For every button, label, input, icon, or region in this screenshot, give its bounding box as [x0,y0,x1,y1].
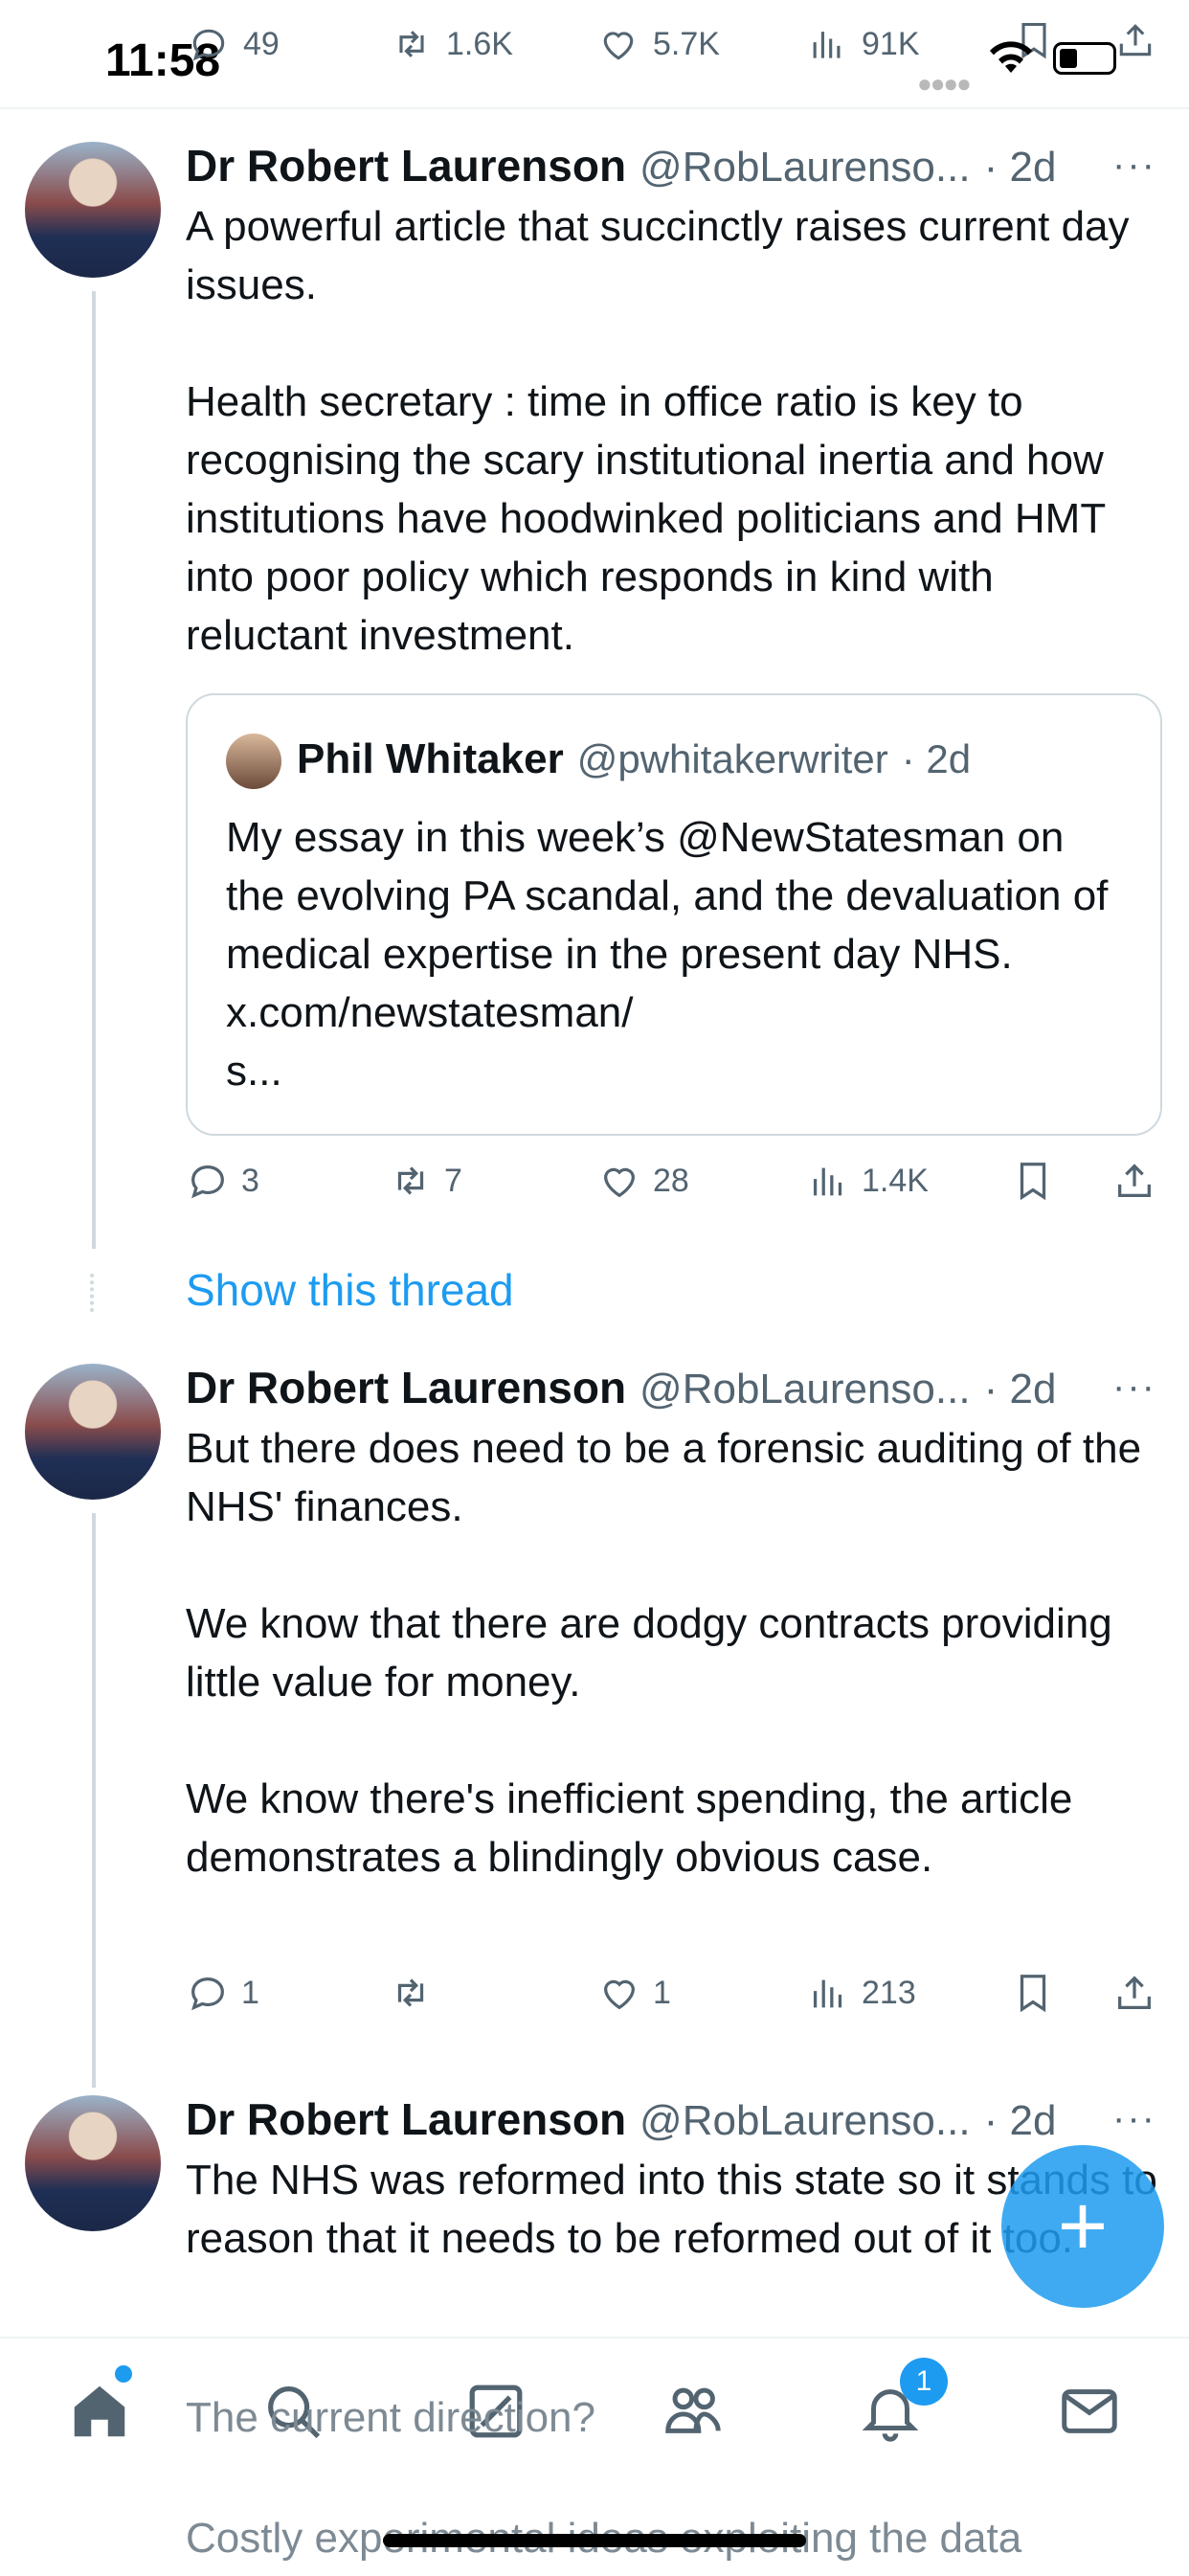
tweet-text-continued: The current direction? [186,2394,595,2441]
views-count: 1.4K [862,1162,929,1199]
repost-button[interactable]: 7 [389,1159,462,1203]
reply-icon [191,1977,224,2011]
repost-count: 7 [444,1162,462,1199]
views-count: 91K [862,25,920,62]
home-indicator [383,2534,806,2547]
heart-icon [603,1167,636,1198]
quoted-author-handle: @pwhitakerwriter [576,736,888,781]
show-thread-link[interactable]: Show this thread [186,1264,514,1316]
bookmark-icon [1020,1975,1046,2013]
thread-line [92,291,96,1249]
repost-button[interactable]: 1.6K [391,23,513,65]
repost-count: 1.6K [446,25,513,62]
tweet-time: · 2d [983,2097,1057,2144]
avatar[interactable] [25,142,161,278]
home-icon [74,2385,125,2437]
compose-button[interactable]: + [1001,2145,1164,2308]
tweet-header: Dr Robert Laurenson @RobLaurenso... · 2d [186,2093,1143,2145]
reply-icon [192,29,225,61]
views-button[interactable]: 1.4K [806,1159,929,1203]
bookmark-icon [1020,1163,1046,1201]
signal-dots-icon: ●●●● [917,69,972,98]
views-count: 213 [862,1974,916,2011]
tweet-time: · 2d [983,1366,1057,1412]
tweet-time: · 2d [983,144,1057,191]
repost-icon [397,1166,424,1195]
heart-icon [603,1979,636,2010]
like-button[interactable]: 28 [597,1159,689,1203]
share-button[interactable] [1112,1971,1156,2015]
share-button[interactable] [1114,19,1156,66]
avatar[interactable] [25,2095,161,2231]
author-handle[interactable]: @RobLaurenso... [639,144,971,192]
tweet-header: Dr Robert Laurenson @RobLaurenso... · 2d [186,1362,1143,1413]
quoted-header: Phil Whitaker @pwhitakerwriter · 2d [297,735,971,783]
more-options-button[interactable]: ··· [1112,144,1156,187]
quoted-author-name: Phil Whitaker [297,735,564,782]
reply-count: 49 [243,25,280,62]
tweet-header: Dr Robert Laurenson @RobLaurenso... · 2d [186,140,1143,192]
tweet-actions: 3 7 28 1.4K [0,1159,1189,1216]
share-button[interactable] [1112,1159,1156,1203]
author-name[interactable]: Dr Robert Laurenson [186,2093,626,2145]
wifi-icon [990,41,1032,73]
reply-button[interactable]: 3 [186,1159,259,1203]
author-name[interactable]: Dr Robert Laurenson [186,1362,626,1413]
views-button[interactable]: 91K [806,23,920,65]
views-button[interactable]: 213 [806,1971,916,2015]
views-icon [813,1167,842,1196]
like-button[interactable]: 5.7K [597,23,720,65]
tab-home[interactable] [61,2373,138,2450]
thread-gap-dots [90,1274,101,1312]
author-handle[interactable]: @RobLaurenso... [639,2097,971,2145]
views-icon [813,1979,842,2008]
top-action-bar: 11:58 49 1.6K 5.7K 91K ●●●● [0,0,1189,109]
share-icon [1119,24,1152,56]
share-icon [1118,1164,1151,1197]
like-count: 28 [653,1162,689,1199]
quoted-avatar [226,734,281,789]
repost-button[interactable] [389,1971,444,2015]
bookmark-button[interactable] [1011,1159,1055,1203]
bookmark-button[interactable] [1011,1971,1055,2015]
reply-count: 1 [241,1974,259,2011]
share-icon [1118,1976,1151,2009]
author-name[interactable]: Dr Robert Laurenson [186,140,626,192]
more-options-button[interactable]: ··· [1112,1366,1156,1409]
battery-icon [1053,42,1116,75]
quoted-tweet[interactable]: Phil Whitaker @pwhitakerwriter · 2d My e… [186,693,1162,1136]
tweet-text: A powerful article that succinctly raise… [186,203,1130,659]
heart-icon [603,32,634,60]
views-icon [813,32,841,58]
home-unread-dot [115,2365,132,2383]
repost-icon [399,31,424,57]
like-count: 5.7K [653,25,720,62]
reply-icon [191,1164,224,1199]
plus-icon: + [1057,2179,1109,2274]
author-handle[interactable]: @RobLaurenso... [639,1366,971,1413]
quoted-text: My essay in this week’s @NewStatesman on… [226,814,1109,1095]
more-options-button[interactable]: ··· [1112,2097,1156,2140]
tweet-actions: 1 1 213 [0,1971,1189,2028]
reply-button[interactable]: 1 [186,1971,259,2015]
repost-icon [397,1978,424,2007]
like-button[interactable]: 1 [597,1971,671,2015]
avatar[interactable] [25,1364,161,1500]
like-count: 1 [653,1974,671,2011]
reply-button[interactable]: 49 [188,23,280,65]
tweet-text: But there does need to be a forensic aud… [186,1425,1142,1881]
quoted-time: · 2d [901,736,972,781]
reply-count: 3 [241,1162,259,1199]
